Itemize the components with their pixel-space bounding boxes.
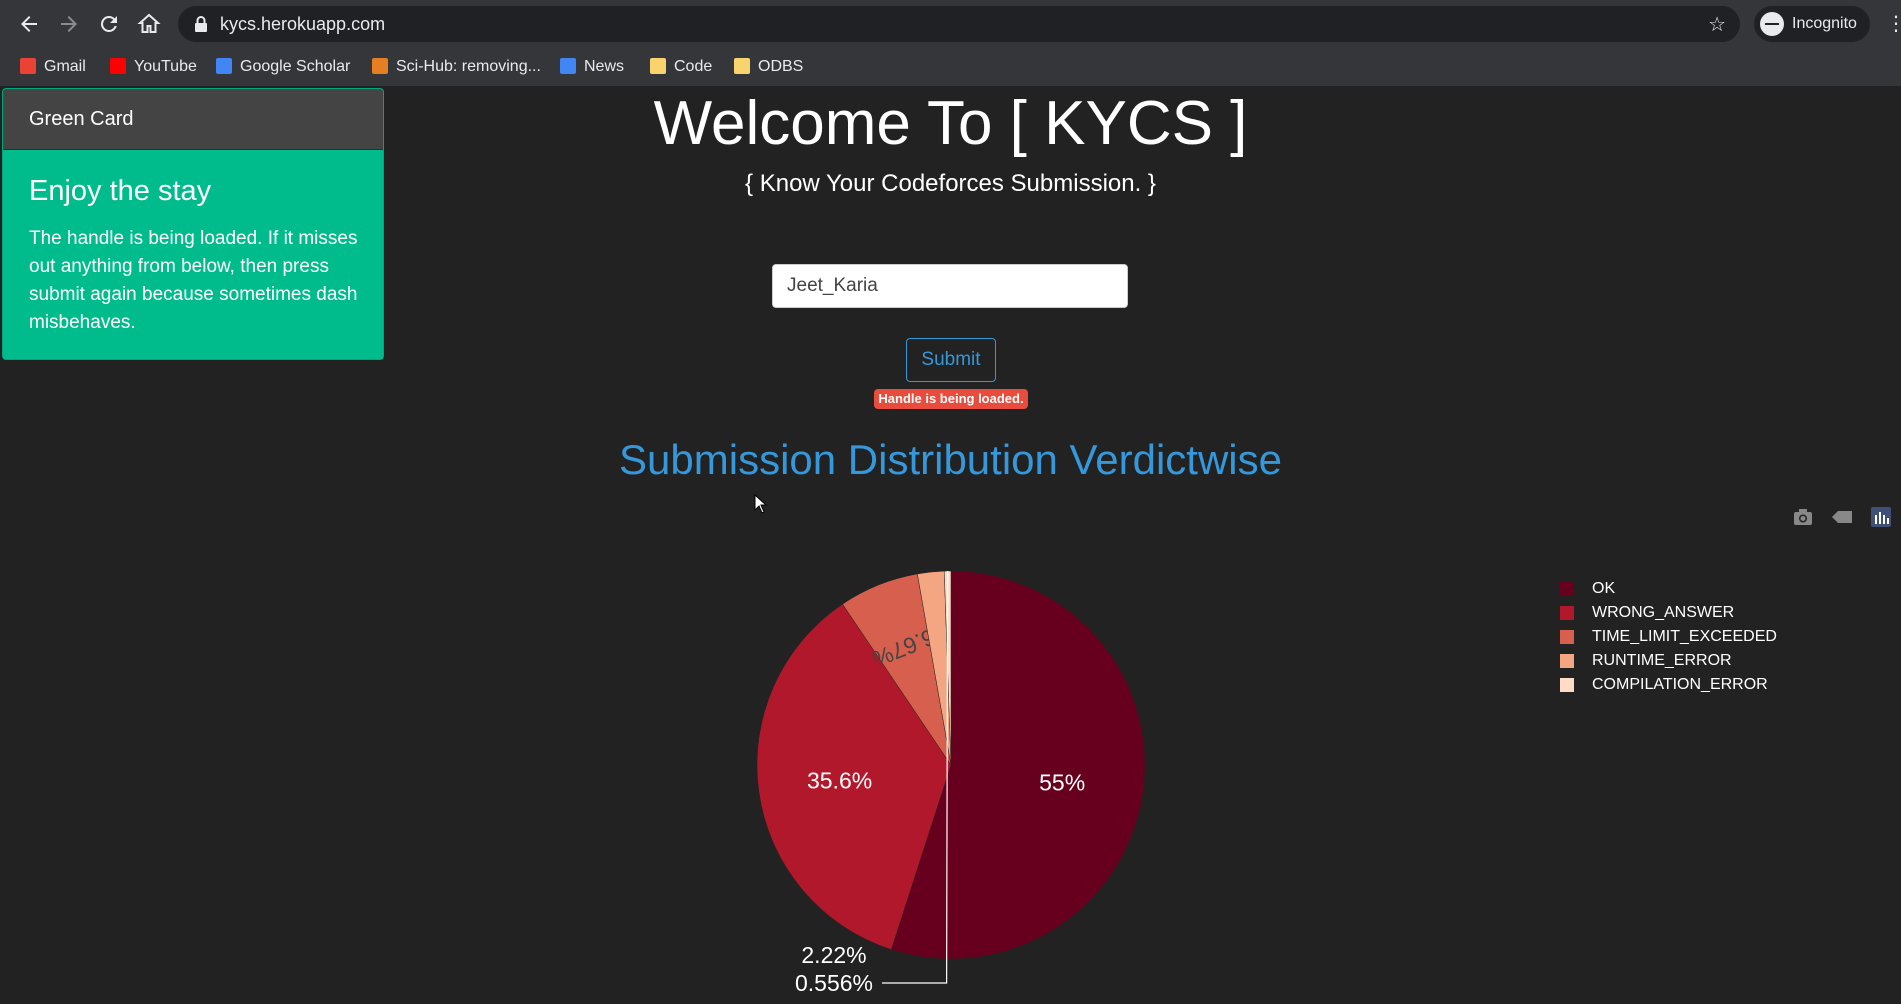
pie-label: 0.556% [795,970,873,996]
pie-slice-wrong-answer[interactable] [756,603,952,950]
pie-label: 2.22% [801,942,866,968]
google-scholar-icon [216,58,232,74]
folder-icon [734,58,750,74]
pie-label-connector [882,571,949,984]
incognito-icon [1760,12,1784,36]
reload-icon[interactable] [97,12,121,36]
bookmark-star-icon[interactable]: ☆ [1708,12,1726,37]
legend-swatch [1560,678,1574,692]
plotly-logo-icon[interactable] [1870,506,1892,530]
youtube-icon [110,58,126,74]
legend-swatch [1560,630,1574,644]
incognito-profile-button[interactable]: Incognito [1754,6,1870,42]
status-badge: Handle is being loaded. [874,389,1028,409]
legend-swatch [1560,582,1574,596]
pie-label: 6.67% [869,624,939,673]
bookmark-odbs[interactable]: ODBS [734,56,803,78]
tag-icon[interactable] [1830,506,1854,530]
home-icon[interactable] [137,12,161,36]
handle-input[interactable] [772,264,1128,308]
bookmark-news[interactable]: News [560,56,624,78]
camera-icon[interactable] [1792,506,1814,530]
legend-swatch [1560,654,1574,668]
bookmark-gmail[interactable]: Gmail [20,56,86,78]
card-text: The handle is being loaded. If it misses… [29,228,358,333]
pie-slice-ok[interactable] [891,570,1146,960]
google-news-icon [560,58,576,74]
url-text: kycs.herokuapp.com [220,14,386,34]
back-icon[interactable] [17,12,41,36]
gmail-icon [20,58,36,74]
browser-toolbar: kycs.herokuapp.com ☆ Incognito ⋮ [0,0,1901,48]
sci-hub-icon [372,58,388,74]
folder-icon [650,58,666,74]
lock-icon [192,15,210,33]
forward-icon[interactable] [57,12,81,36]
bookmark-google-scholar[interactable]: Google Scholar [216,56,350,78]
pie-slice-runtime-error[interactable] [917,570,952,766]
incognito-label: Incognito [1792,15,1857,32]
bookmark-code[interactable]: Code [650,56,712,78]
chart-heading: Submission Distribution Verdictwise [619,436,1282,483]
pie-label: 55% [1039,770,1085,796]
page-title: Welcome To [ KYCS ] [653,89,1248,158]
legend-swatch [1560,606,1574,620]
bookmark-sci-hub[interactable]: Sci-Hub: removing... [372,56,541,78]
pie-slice-compilation-error[interactable] [943,570,952,766]
page-subtitle: { Know Your Codeforces Submission. } [745,170,1156,197]
browser-menu-icon[interactable]: ⋮ [1886,12,1901,36]
mouse-cursor [754,493,768,519]
pie-slice-time-limit-exceeded[interactable] [842,573,952,766]
pie-label: 35.6% [807,768,872,794]
bookmark-youtube[interactable]: YouTube [110,56,197,78]
bookmarks-bar: Gmail YouTube Google Scholar Sci-Hub: re… [0,48,1901,87]
address-bar[interactable]: kycs.herokuapp.com ☆ [178,6,1740,42]
submit-button[interactable]: Submit [906,338,996,382]
